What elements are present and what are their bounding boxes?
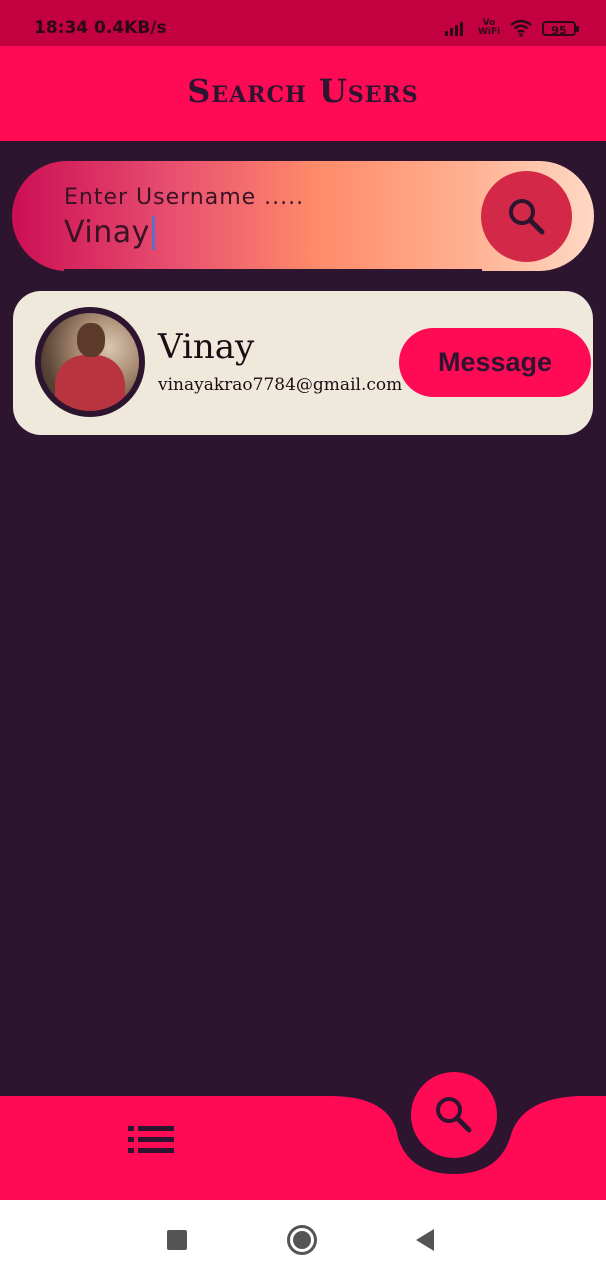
page-title: Search Users bbox=[187, 72, 419, 110]
search-input-value: Vinay bbox=[64, 215, 150, 250]
back-triangle-icon[interactable] bbox=[416, 1229, 434, 1251]
search-input[interactable]: Vinay bbox=[64, 215, 155, 250]
battery-icon: 95 bbox=[542, 20, 579, 37]
search-fab-button[interactable] bbox=[411, 1072, 497, 1158]
wifi-icon bbox=[510, 19, 532, 37]
user-name: Vinay bbox=[158, 327, 255, 367]
search-icon bbox=[436, 1097, 472, 1133]
message-button[interactable]: Message bbox=[399, 328, 591, 397]
list-icon bbox=[128, 1126, 174, 1153]
search-icon bbox=[508, 198, 544, 234]
recents-square-icon[interactable] bbox=[167, 1230, 187, 1250]
signal-icon bbox=[445, 22, 463, 36]
user-result-card[interactable]: Vinay vinayakrao7784@gmail.com Message bbox=[13, 291, 593, 435]
avatar-body bbox=[55, 355, 125, 411]
status-bar: 18:34 0.4KB/s Vo WiFi 95 bbox=[0, 0, 606, 46]
list-nav-button[interactable] bbox=[126, 1124, 176, 1156]
vowifi-icon: Vo WiFi bbox=[478, 18, 501, 37]
user-email: vinayakrao7784@gmail.com bbox=[158, 375, 403, 395]
text-caret bbox=[151, 215, 155, 250]
network-speed: 0.4KB/s bbox=[94, 18, 167, 38]
search-button[interactable] bbox=[481, 171, 572, 262]
system-nav-bar bbox=[0, 1200, 606, 1280]
app-bar: Search Users bbox=[0, 46, 606, 141]
bottom-nav-bar bbox=[0, 1096, 606, 1200]
search-underline bbox=[64, 269, 482, 271]
avatar-photo bbox=[41, 313, 139, 411]
search-label: Enter Username ..... bbox=[64, 185, 305, 210]
avatar-head bbox=[77, 323, 105, 357]
search-box: Enter Username ..... Vinay bbox=[12, 161, 594, 271]
avatar bbox=[35, 307, 145, 417]
status-icons: Vo WiFi 95 bbox=[444, 17, 579, 39]
home-circle-icon[interactable] bbox=[287, 1225, 317, 1255]
status-time: 18:34 bbox=[34, 18, 89, 38]
